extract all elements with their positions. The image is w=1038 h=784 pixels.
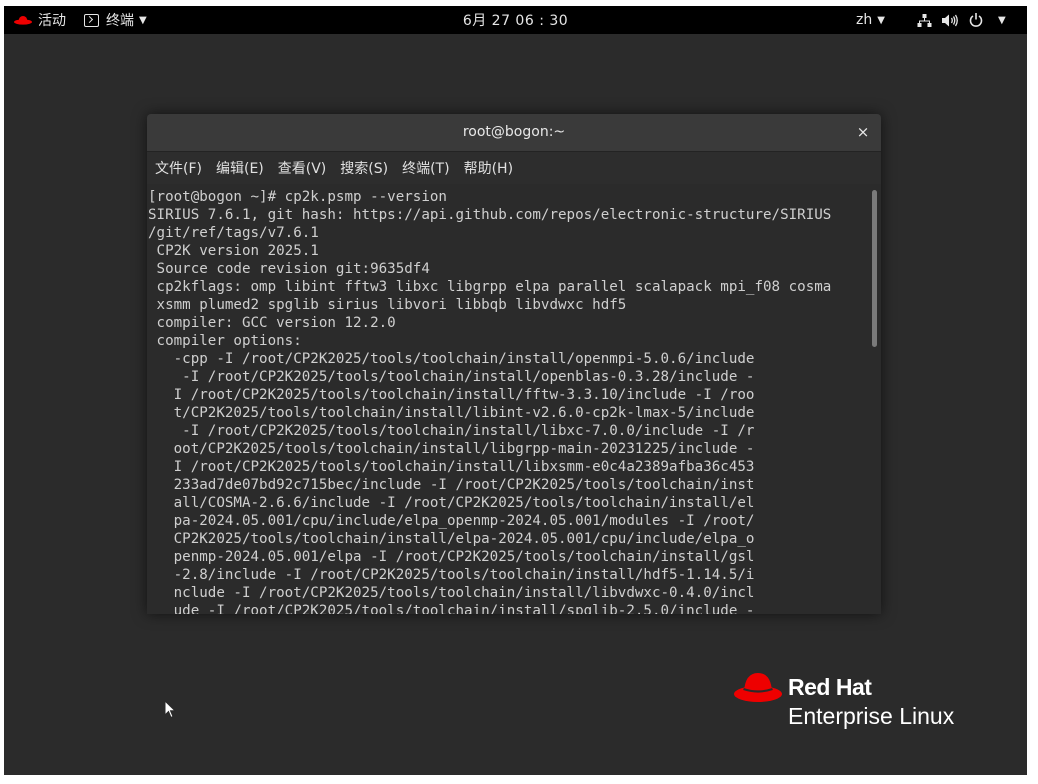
volume-icon xyxy=(942,14,958,26)
redhat-wordmark: Red Hat xyxy=(788,674,872,700)
chevron-down-icon: ▼ xyxy=(877,14,885,26)
chevron-down-icon: ▼ xyxy=(139,14,147,26)
activities-label: 活动 xyxy=(38,13,66,29)
terminal-line: t/CP2K2025/tools/toolchain/install/libin… xyxy=(148,405,755,421)
window-title: root@bogon:~ xyxy=(462,124,566,140)
language-selector[interactable]: zh ▼ xyxy=(856,6,885,34)
terminal-line: pa-2024.05.001/cpu/include/elpa_openmp-2… xyxy=(148,513,755,529)
chevron-down-icon: ▼ xyxy=(998,14,1006,26)
terminal-line: -I /root/CP2K2025/tools/toolchain/instal… xyxy=(148,423,755,439)
system-menu[interactable]: ▼ xyxy=(917,6,1006,34)
terminal-line: compiler: GCC version 12.2.0 xyxy=(148,315,396,331)
redhat-icon xyxy=(734,673,782,702)
terminal-window: root@bogon:~ × 文件(F) 编辑(E) 查看(V) 搜索(S) 终… xyxy=(147,114,881,614)
terminal-line: compiler options: xyxy=(148,333,302,349)
terminal-output: [root@bogon ~]# cp2k.psmp --version SIRI… xyxy=(148,188,831,614)
menu-search[interactable]: 搜索(S) xyxy=(340,158,388,178)
terminal-line: Source code revision git:9635df4 xyxy=(148,261,430,277)
terminal-line: ude -I /root/CP2K2025/tools/toolchain/in… xyxy=(148,603,755,614)
network-icon xyxy=(917,13,932,27)
terminal-menubar: 文件(F) 编辑(E) 查看(V) 搜索(S) 终端(T) 帮助(H) xyxy=(147,152,881,184)
redhat-logo: Red Hat Enterprise Linux xyxy=(733,668,993,738)
terminal-line: [root@bogon ~]# cp2k.psmp --version xyxy=(148,189,447,205)
terminal-icon xyxy=(84,13,99,27)
menu-terminal[interactable]: 终端(T) xyxy=(402,158,449,178)
top-bar: 活动 终端 ▼ 6月 27 06 : 30 zh ▼ ▼ xyxy=(4,6,1027,34)
terminal-output-area[interactable]: [root@bogon ~]# cp2k.psmp --version SIRI… xyxy=(147,184,881,614)
terminal-line: SIRIUS 7.6.1, git hash: https://api.gith… xyxy=(148,207,832,223)
close-icon[interactable]: × xyxy=(851,120,875,144)
scrollbar-thumb[interactable] xyxy=(872,190,877,347)
terminal-line: 233ad7de07bd92c715bec/include -I /root/C… xyxy=(148,477,755,493)
terminal-line: -2.8/include -I /root/CP2K2025/tools/too… xyxy=(148,567,755,583)
menu-view[interactable]: 查看(V) xyxy=(278,158,327,178)
terminal-line: nclude -I /root/CP2K2025/tools/toolchain… xyxy=(148,585,755,601)
terminal-line: -cpp -I /root/CP2K2025/tools/toolchain/i… xyxy=(148,351,755,367)
mouse-pointer-icon xyxy=(164,700,177,719)
menu-file[interactable]: 文件(F) xyxy=(155,158,202,178)
terminal-line: oot/CP2K2025/tools/toolchain/install/lib… xyxy=(148,441,755,457)
terminal-line: I /root/CP2K2025/tools/toolchain/install… xyxy=(148,459,755,475)
terminal-line: CP2K2025/tools/toolchain/install/elpa-20… xyxy=(148,531,755,547)
clock[interactable]: 6月 27 06 : 30 xyxy=(463,10,568,30)
desktop: 活动 终端 ▼ 6月 27 06 : 30 zh ▼ ▼ root@bogon:… xyxy=(4,6,1027,775)
power-icon xyxy=(969,13,983,27)
app-menu-terminal[interactable]: 终端 ▼ xyxy=(84,6,147,34)
window-titlebar[interactable]: root@bogon:~ × xyxy=(147,114,881,152)
terminal-line: penmp-2024.05.001/elpa -I /root/CP2K2025… xyxy=(148,549,755,565)
language-label: zh xyxy=(856,12,873,28)
menu-edit[interactable]: 编辑(E) xyxy=(216,158,264,178)
terminal-line: -I /root/CP2K2025/tools/toolchain/instal… xyxy=(148,369,755,385)
terminal-line: /git/ref/tags/v7.6.1 xyxy=(148,225,319,241)
app-menu-label: 终端 xyxy=(106,13,134,29)
terminal-line: xsmm plumed2 spglib sirius libvori libbq… xyxy=(148,297,627,313)
terminal-line: cp2kflags: omp libint fftw3 libxc libgrp… xyxy=(148,279,832,295)
product-name: Enterprise Linux xyxy=(788,703,955,729)
terminal-line: all/COSMA-2.6.6/include -I /root/CP2K202… xyxy=(148,495,755,511)
redhat-icon xyxy=(14,16,32,25)
terminal-scrollbar[interactable] xyxy=(872,186,877,610)
terminal-line: CP2K version 2025.1 xyxy=(148,243,319,259)
terminal-line: I /root/CP2K2025/tools/toolchain/install… xyxy=(148,387,755,403)
menu-help[interactable]: 帮助(H) xyxy=(464,158,513,178)
activities-button[interactable]: 活动 xyxy=(14,6,66,34)
